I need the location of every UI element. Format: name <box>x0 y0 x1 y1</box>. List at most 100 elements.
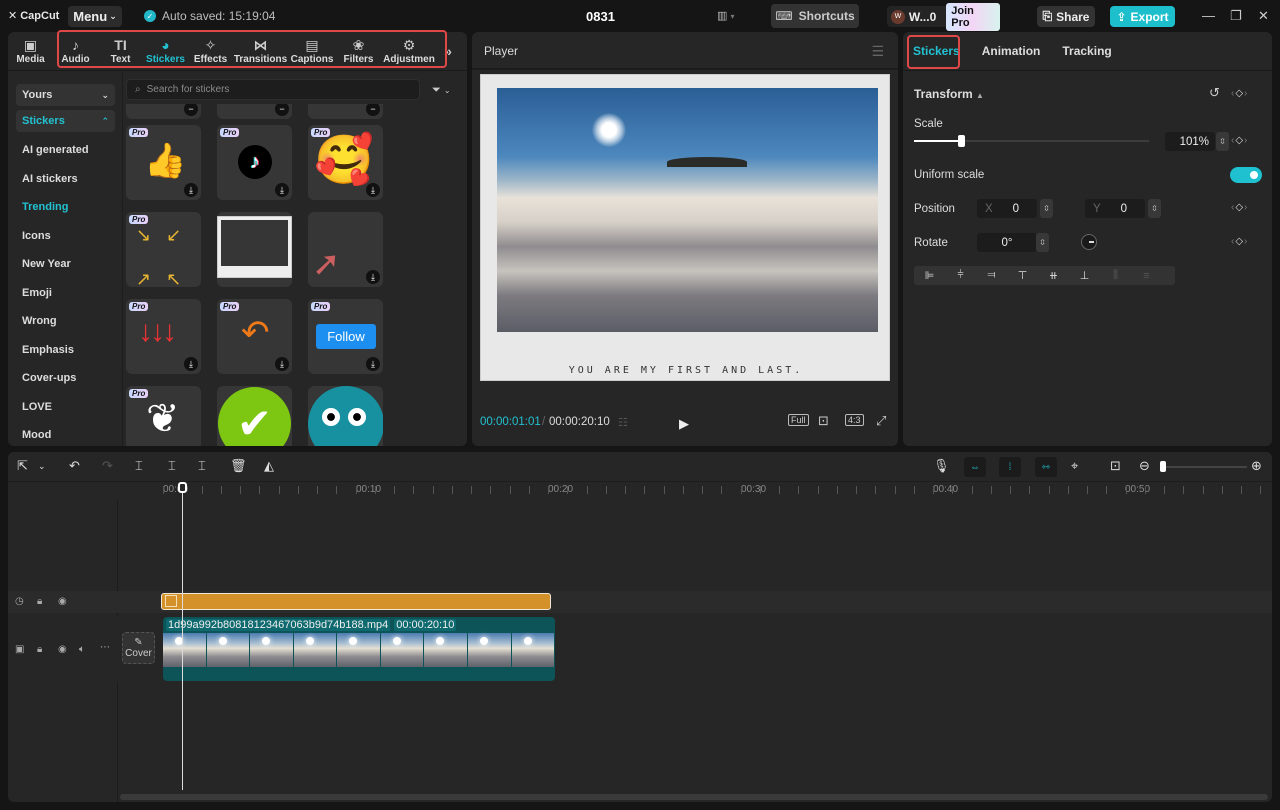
delete-icon[interactable]: 🗑 <box>230 458 247 474</box>
category-new-year[interactable]: New Year <box>16 250 115 279</box>
lock-icon[interactable]: 🔒︎ <box>37 596 42 607</box>
category-mood[interactable]: Mood <box>16 421 115 450</box>
video-clip[interactable]: 1d99a992b80818123467063b9d74b188.mp4 00:0… <box>163 617 555 681</box>
uniform-scale-toggle[interactable] <box>1230 167 1262 183</box>
category-ai-stickers[interactable]: AI stickers <box>16 165 115 194</box>
play-button[interactable]: ▶ <box>679 416 689 432</box>
undo-icon[interactable]: ↶ <box>69 458 80 474</box>
smiling-hearts-emoji-sticker[interactable]: Pro 🥰 ⤓ <box>308 125 383 200</box>
full-quality-button[interactable]: Full <box>788 414 809 426</box>
category-ai-generated[interactable]: AI generated <box>16 136 115 165</box>
timeline-zoom-slider[interactable] <box>1163 466 1247 468</box>
share-button[interactable]: ⎘ Share <box>1037 6 1095 27</box>
align-center-vertical-icon[interactable]: ⧺ <box>1038 269 1069 282</box>
join-pro-button[interactable]: Join Pro <box>946 2 1000 31</box>
speaker-icon[interactable]: 🔈︎ <box>79 644 85 655</box>
eye-icon[interactable]: ◉ <box>58 596 67 607</box>
download-icon[interactable]: ⤓ <box>184 183 198 197</box>
auto-snap-icon[interactable]: ⁞ <box>999 457 1021 477</box>
position-y-input[interactable]: Y0 <box>1085 199 1145 218</box>
align-bottom-icon[interactable]: ⊥ <box>1069 269 1100 282</box>
category-icons[interactable]: Icons <box>16 222 115 251</box>
split-icon[interactable]: ⌶ <box>135 458 143 474</box>
rotate-input[interactable]: 0° <box>977 233 1037 252</box>
playhead[interactable] <box>182 486 183 790</box>
timeline-ruler[interactable]: 00:00 00:10 00:20 00:30 00:40 00:50 <box>8 482 1272 500</box>
download-icon[interactable]: ⤓ <box>366 270 380 284</box>
keyframe-control[interactable]: ‹◇› <box>1231 135 1248 146</box>
tab-media[interactable]: ▣ Media <box>8 32 53 70</box>
project-title[interactable]: 0831 <box>586 9 615 24</box>
rotate-dial[interactable] <box>1081 234 1097 250</box>
plant-pot-sticker[interactable]: Pro ❦ <box>126 386 201 446</box>
download-icon[interactable]: − <box>275 104 289 116</box>
menu-button[interactable]: Menu ⌄ <box>68 6 122 27</box>
follow-button-sticker[interactable]: Pro Follow ⤓ <box>308 299 383 374</box>
transform-section-toggle[interactable]: Transform ▲ <box>914 87 984 101</box>
zoom-preview-icon[interactable]: ⊡ <box>818 413 829 429</box>
minimize-icon[interactable]: — <box>1202 8 1215 23</box>
green-check-sticker[interactable]: ✔ <box>217 386 292 446</box>
align-top-icon[interactable]: ⊤ <box>1007 269 1038 282</box>
download-icon[interactable]: ⤓ <box>366 357 380 371</box>
rotate-stepper[interactable]: ⇳ <box>1036 233 1049 252</box>
download-icon[interactable]: − <box>366 104 380 116</box>
orange-curved-arrow-sticker[interactable]: Pro ↶ ⤓ <box>217 299 292 374</box>
align-center-horizontal-icon[interactable]: ⫩ <box>945 269 976 282</box>
split-left-icon[interactable]: ⌶ <box>168 458 176 474</box>
category-cover-ups[interactable]: Cover-ups <box>16 364 115 393</box>
red-down-arrows-sticker[interactable]: Pro ↓↓↓ ⤓ <box>126 299 201 374</box>
preview-axis-icon[interactable]: ⌖ <box>1071 458 1078 474</box>
sticker-tile[interactable]: − <box>217 104 292 119</box>
yellow-arrows-sticker[interactable]: Pro ↘ ↙ ↗ ↖ <box>126 212 201 287</box>
download-icon[interactable]: ⤓ <box>275 357 289 371</box>
mirror-icon[interactable]: ◭ <box>264 458 274 474</box>
cover-button[interactable]: ✎ Cover <box>122 632 155 664</box>
reset-icon[interactable]: ↺ <box>1209 85 1220 101</box>
restore-icon[interactable]: ❐ <box>1230 8 1242 24</box>
shortcuts-button[interactable]: ⌨ Shortcuts <box>771 4 859 28</box>
category-emphasis[interactable]: Emphasis <box>16 336 115 365</box>
eye-icon[interactable]: ◉ <box>58 644 67 655</box>
keyframe-control[interactable]: ‹◇› <box>1231 236 1248 247</box>
tiktok-logo-sticker[interactable]: Pro ♪ ⤓ <box>217 125 292 200</box>
tab-tracking[interactable]: Tracking <box>1062 44 1111 58</box>
keyframe-control[interactable]: ‹◇› <box>1231 88 1248 99</box>
main-track-magnet-icon[interactable]: ⇔ <box>964 457 986 477</box>
zoom-in-icon[interactable]: ⊕ <box>1251 458 1262 474</box>
chevron-down-icon[interactable]: ⌄ <box>38 461 46 472</box>
close-icon[interactable]: ✕ <box>1258 8 1269 24</box>
zoom-out-icon[interactable]: ⊖ <box>1139 458 1150 474</box>
aspect-ratio-button[interactable]: 4:3 <box>845 414 864 426</box>
category-trending[interactable]: Trending <box>16 193 115 222</box>
category-yours[interactable]: Yours ⌄ <box>16 84 115 106</box>
tab-animation[interactable]: Animation <box>982 44 1041 58</box>
zoom-to-fit-icon[interactable]: ⊡ <box>1110 458 1121 474</box>
video-preview[interactable]: YOU ARE MY FIRST AND LAST. <box>480 74 890 381</box>
download-icon[interactable]: ⤓ <box>184 357 198 371</box>
position-x-input[interactable]: X0 <box>977 199 1037 218</box>
select-tool-icon[interactable]: ⇱ <box>17 458 28 474</box>
red-3d-arrow-sticker[interactable]: ➚ ⤓ <box>308 212 383 287</box>
filter-button[interactable]: ⏷ ⌄ <box>432 84 451 97</box>
user-account[interactable]: W W...0 Join Pro <box>887 2 1000 31</box>
playhead-handle[interactable] <box>178 482 187 493</box>
split-right-icon[interactable]: ⌶ <box>198 458 206 474</box>
scale-input[interactable]: 101% <box>1165 132 1215 151</box>
timeline-zoom-thumb[interactable] <box>1160 461 1166 472</box>
lock-icon[interactable]: 🔒︎ <box>37 644 42 655</box>
position-y-stepper[interactable]: ⇳ <box>1148 199 1161 218</box>
export-button[interactable]: ⇪ Export <box>1110 6 1175 27</box>
scale-slider-thumb[interactable] <box>958 135 965 147</box>
category-wrong[interactable]: Wrong <box>16 307 115 336</box>
hamburger-menu-icon[interactable]: ☰ <box>871 43 884 60</box>
category-love[interactable]: LOVE <box>16 393 115 422</box>
category-emoji[interactable]: Emoji <box>16 279 115 308</box>
sticker-tile[interactable]: − <box>308 104 383 119</box>
timeline-scrollbar[interactable] <box>120 794 1268 800</box>
download-icon[interactable]: ⤓ <box>275 183 289 197</box>
scale-stepper[interactable]: ⇳ <box>1216 132 1229 151</box>
sticker-clip[interactable] <box>161 593 551 610</box>
scale-slider[interactable] <box>914 135 1149 147</box>
layout-icon[interactable]: ▥ ▾ <box>717 9 739 23</box>
